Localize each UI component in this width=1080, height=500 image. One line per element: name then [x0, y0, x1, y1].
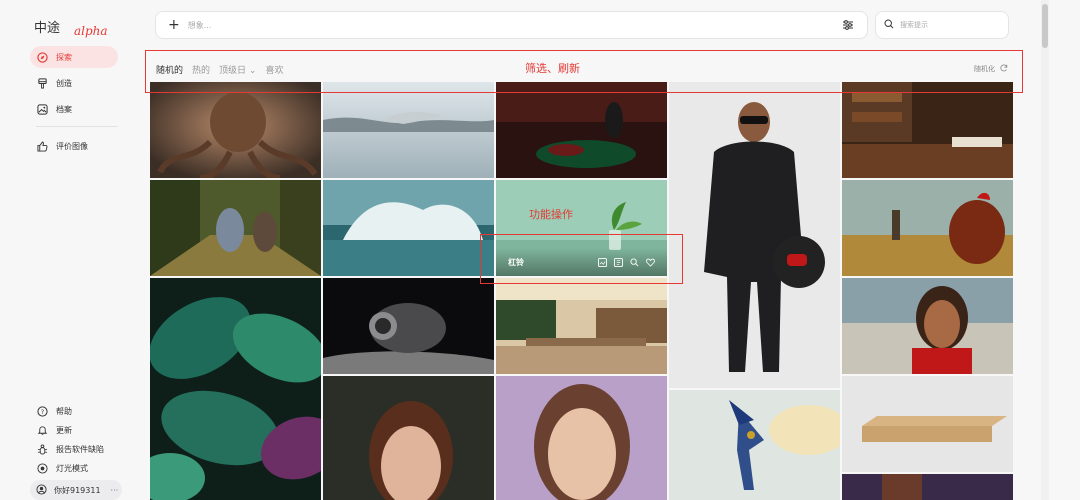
gallery-image-space-capsule[interactable]: [323, 278, 494, 374]
app-logo[interactable]: 中途: [34, 17, 60, 36]
svg-text:?: ?: [40, 407, 43, 415]
sidebar: 中途 alpha 探索 创造 档案 评价图像 ? 帮助 更新 报告软件缺陷 灯光…: [0, 0, 128, 500]
refresh-icon: [1000, 64, 1008, 74]
tab-hot[interactable]: 热的: [192, 63, 210, 76]
image-gallery: 杠铃: [150, 82, 1013, 500]
gallery-image-bottom-right[interactable]: [842, 474, 1013, 500]
logo-tag: alpha: [74, 24, 108, 38]
help-icon: ?: [36, 405, 48, 417]
sidebar-item-label: 探索: [56, 52, 72, 62]
paintbrush-icon: [36, 77, 48, 89]
gallery-image-woman-portrait-1[interactable]: [323, 376, 494, 500]
gallery-image-casino[interactable]: [496, 82, 667, 178]
search-prompts-input[interactable]: 搜索提示: [875, 11, 1009, 39]
tab-top-day[interactable]: 顶级日 ⌄: [219, 63, 256, 76]
gallery-image-blue-bird[interactable]: [669, 390, 840, 500]
gallery-image-woman-portrait-2[interactable]: [496, 376, 667, 500]
sidebar-item-help[interactable]: ? 帮助: [30, 402, 122, 420]
search-icon: [884, 18, 894, 32]
filter-annotation: 筛选、刷新: [525, 62, 580, 75]
gallery-image-cardboard-box[interactable]: [842, 376, 1013, 472]
sidebar-item-explore[interactable]: 探索: [30, 46, 118, 68]
thumbs-up-icon: [36, 140, 48, 152]
tab-likes[interactable]: 喜欢: [265, 63, 283, 76]
more-options-button[interactable]: ···: [111, 486, 119, 495]
imagine-bar[interactable]: + 想象...: [155, 11, 868, 39]
bug-icon: [36, 443, 48, 455]
user-menu[interactable]: 你好919311 ···: [30, 480, 122, 500]
sidebar-item-create[interactable]: 创造: [30, 72, 118, 94]
bell-icon: [36, 424, 48, 436]
function-annotation: 功能操作: [529, 208, 573, 221]
image-archive-icon: [36, 103, 48, 115]
tab-random[interactable]: 随机的: [156, 63, 183, 76]
compass-icon: [36, 51, 48, 63]
filter-bar: 随机的 热的 顶级日 ⌄ 喜欢 筛选、刷新 随机化: [145, 50, 1023, 93]
gallery-image-octopus[interactable]: [150, 82, 321, 178]
plus-icon[interactable]: +: [168, 18, 180, 32]
username: 你好919311: [54, 485, 101, 495]
imagine-input[interactable]: 想象...: [188, 20, 841, 31]
bottom-nav: ? 帮助 更新 报告软件缺陷 灯光模式 你好919311 ···: [30, 402, 122, 500]
gallery-image-monstera[interactable]: [150, 278, 321, 500]
sidebar-item-label: 创造: [56, 78, 72, 88]
scrollbar-thumb[interactable]: [1042, 4, 1048, 48]
sidebar-item-label: 评价图像: [56, 141, 88, 151]
nav-divider: [36, 126, 118, 127]
gallery-image-runner[interactable]: [842, 278, 1013, 374]
gallery-image-rooster[interactable]: [842, 180, 1013, 276]
search-prompts-placeholder: 搜索提示: [900, 21, 928, 29]
sidebar-item-label: 报告软件缺陷: [56, 444, 104, 454]
sidebar-item-label: 更新: [56, 425, 72, 435]
main-nav: 探索 创造 档案 评价图像: [30, 46, 118, 161]
page-scrollbar[interactable]: [1041, 0, 1049, 500]
sidebar-item-label: 帮助: [56, 406, 72, 416]
gallery-image-forest-kids[interactable]: [150, 180, 321, 276]
sidebar-item-report-bug[interactable]: 报告软件缺陷: [30, 440, 122, 458]
sidebar-item-light-mode[interactable]: 灯光模式: [30, 459, 122, 477]
sidebar-item-archive[interactable]: 档案: [30, 98, 118, 120]
gallery-image-library-desk[interactable]: [842, 82, 1013, 178]
sidebar-item-label: 灯光模式: [56, 463, 88, 473]
sun-icon: [36, 462, 48, 474]
sidebar-item-updates[interactable]: 更新: [30, 421, 122, 439]
settings-sliders-icon[interactable]: [841, 18, 855, 32]
sort-tabs: 随机的 热的 顶级日 ⌄ 喜欢: [156, 63, 292, 76]
gallery-image-pilot[interactable]: [669, 82, 840, 388]
sidebar-item-label: 档案: [56, 104, 72, 114]
randomize-button[interactable]: 随机化: [974, 64, 1008, 74]
sidebar-item-rate-images[interactable]: 评价图像: [30, 135, 118, 157]
gallery-image-modern-interior[interactable]: [496, 278, 667, 374]
function-highlight-box: [480, 234, 683, 284]
avatar-icon: [36, 484, 48, 496]
randomize-label: 随机化: [974, 65, 995, 73]
gallery-image-iceberg[interactable]: [323, 180, 494, 276]
gallery-image-bird-lake[interactable]: [323, 82, 494, 178]
